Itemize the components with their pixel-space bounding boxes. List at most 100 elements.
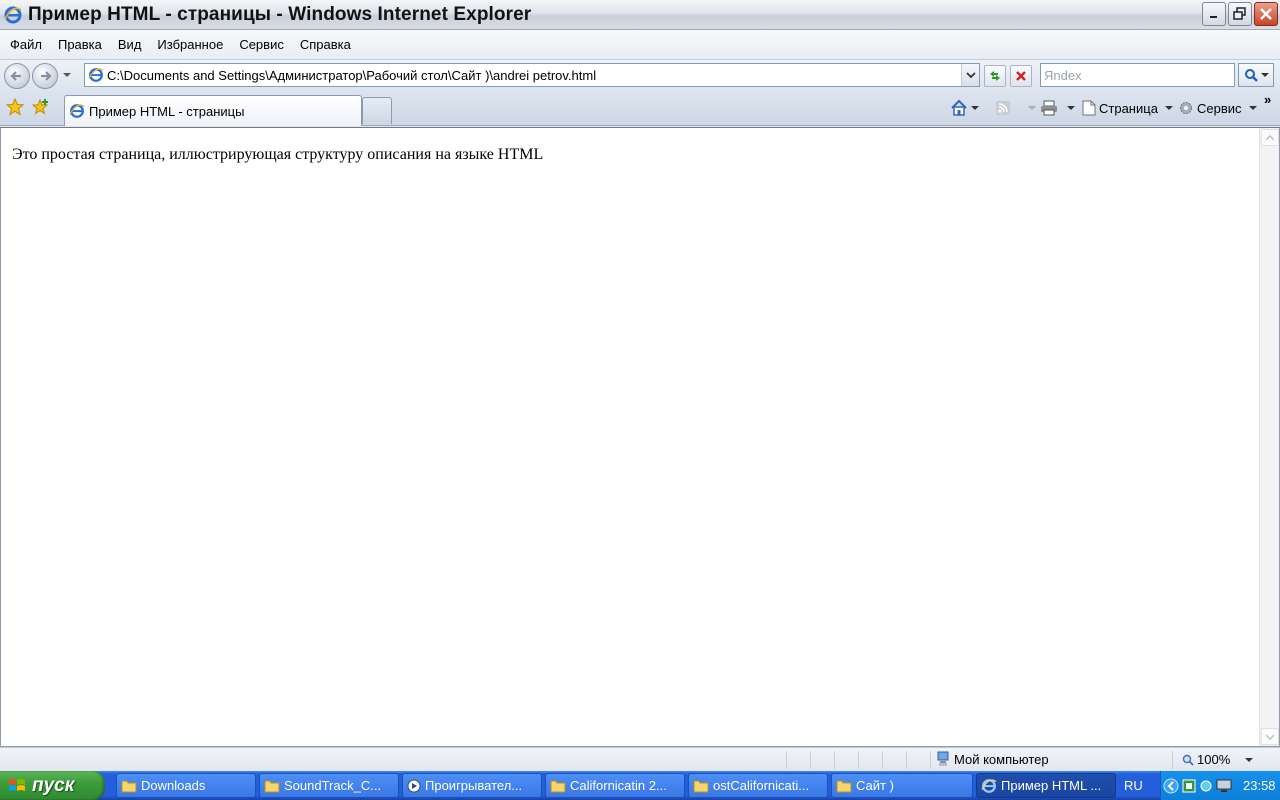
chevron-down-icon [1028, 106, 1036, 110]
chevron-down-icon [1248, 106, 1257, 110]
minimize-icon [1210, 16, 1217, 18]
add-to-favorites-icon[interactable] [32, 98, 50, 116]
stop-icon [1016, 71, 1026, 81]
menu-view[interactable]: Вид [110, 33, 150, 56]
search-button[interactable] [1238, 63, 1274, 87]
minimize-button[interactable] [1202, 2, 1226, 26]
search-icon [1244, 69, 1258, 82]
page-ie-icon [88, 68, 104, 82]
new-tab-button[interactable] [362, 97, 392, 124]
menu-favorites[interactable]: Избранное [149, 33, 231, 56]
taskbar-item-label: ostCalifornicati... [713, 778, 810, 793]
recent-pages-dropdown[interactable] [62, 71, 72, 79]
status-divider [834, 751, 835, 769]
tab-bar: Пример HTML - страницы Страница Сервис » [0, 92, 1280, 126]
taskbar-item-label: Пример HTML ... [1001, 778, 1102, 793]
network-icon[interactable] [1199, 779, 1213, 793]
taskbar-item-ostcalifornication[interactable]: ostCalifornicati... [688, 773, 828, 798]
monitor-icon[interactable] [1216, 779, 1232, 793]
tray-app-icon[interactable] [1182, 779, 1196, 793]
chevron-down-icon [965, 72, 976, 79]
status-divider [1172, 751, 1173, 769]
taskbar-item-label: Californicatin 2... [570, 778, 667, 793]
tab-active[interactable]: Пример HTML - страницы [64, 95, 362, 126]
menu-tools[interactable]: Сервис [231, 33, 292, 56]
folder-icon [693, 780, 709, 792]
close-icon [1260, 8, 1272, 20]
scroll-down-button[interactable] [1261, 728, 1279, 745]
print-button[interactable] [1040, 97, 1075, 119]
security-zone[interactable]: Мой компьютер [936, 751, 1049, 767]
scroll-up-button[interactable] [1261, 129, 1279, 146]
restore-button[interactable] [1228, 2, 1252, 26]
rss-icon [996, 101, 1010, 115]
home-button[interactable] [950, 97, 979, 119]
ie-icon [981, 778, 997, 793]
more-commands-chevron-icon[interactable]: » [1264, 92, 1271, 107]
printer-icon [1041, 100, 1057, 116]
taskbar-item-soundtrack[interactable]: SoundTrack_C... [259, 773, 399, 798]
page-body-text: Это простая страница, иллюстрирующая стр… [12, 146, 544, 163]
search-input[interactable]: Яndex [1040, 63, 1235, 87]
menu-help[interactable]: Справка [292, 33, 359, 56]
taskbar-item-site[interactable]: Сайт ) [831, 773, 973, 798]
forward-button[interactable] [32, 63, 58, 89]
chevron-down-icon [1260, 73, 1269, 77]
address-bar[interactable]: C:\Documents and Settings\Администратор\… [84, 63, 980, 87]
page-menu-label: Страница [1099, 100, 1158, 116]
status-divider [858, 751, 859, 769]
status-divider [786, 751, 787, 769]
menu-file[interactable]: Файл [2, 33, 50, 56]
taskbar-item-label: Сайт ) [856, 778, 894, 793]
page-content: Это простая страница, иллюстрирующая стр… [0, 127, 1280, 747]
clock[interactable]: 23:58 [1243, 778, 1276, 793]
language-indicator[interactable]: RU [1124, 778, 1143, 793]
stop-button[interactable] [1010, 65, 1032, 87]
taskbar-item-downloads[interactable]: Downloads [116, 773, 256, 798]
status-divider [906, 751, 907, 769]
chevron-down-icon [1067, 106, 1075, 110]
home-icon [951, 99, 967, 116]
status-divider [810, 751, 811, 769]
windows-logo-icon [9, 778, 25, 791]
address-dropdown-button[interactable] [961, 64, 979, 86]
page-icon [1082, 100, 1096, 116]
security-zone-label: Мой компьютер [954, 751, 1049, 767]
tools-menu-label: Сервис [1197, 100, 1242, 116]
tools-menu-button[interactable]: Сервис [1178, 97, 1257, 119]
vertical-scrollbar[interactable] [1259, 128, 1279, 746]
menu-bar: Файл Правка Вид Избранное Сервис Справка [0, 30, 1280, 60]
gear-icon [1180, 102, 1192, 114]
close-window-button[interactable] [1254, 2, 1278, 26]
chevron-down-icon [1266, 733, 1274, 740]
status-divider [882, 751, 883, 769]
start-button[interactable]: пуск [0, 771, 105, 800]
ie-icon [4, 6, 22, 23]
tab-label: Пример HTML - страницы [89, 103, 245, 119]
zoom-control[interactable]: 100% [1182, 752, 1254, 767]
restore-icon [1233, 7, 1246, 20]
back-button[interactable] [4, 63, 30, 89]
favorites-star-icon[interactable] [6, 98, 24, 116]
collapse-tray-icon[interactable] [1163, 778, 1179, 794]
feeds-button[interactable] [995, 97, 1036, 119]
arrow-left-icon [10, 71, 21, 81]
status-bar: Мой компьютер 100% [0, 747, 1280, 771]
taskbar-item-internet-explorer[interactable]: Пример HTML ... [976, 773, 1116, 798]
window-title: Пример HTML - страницы - Windows Interne… [28, 3, 532, 25]
menu-edit[interactable]: Правка [50, 33, 110, 56]
computer-icon [937, 751, 949, 766]
page-menu-button[interactable]: Страница [1082, 97, 1173, 119]
chevron-down-icon [971, 106, 979, 110]
taskbar-item-media-player[interactable]: Проигрывател... [402, 773, 542, 798]
refresh-button[interactable] [984, 65, 1006, 87]
folder-icon [836, 780, 852, 792]
chevron-down-icon [1164, 106, 1173, 110]
start-label: пуск [32, 774, 75, 796]
zoom-icon [1182, 754, 1194, 766]
refresh-icon [990, 71, 1000, 81]
taskbar-item-californicatin[interactable]: Californicatin 2... [545, 773, 685, 798]
folder-icon [550, 780, 566, 792]
page-ie-icon [69, 104, 85, 118]
address-url[interactable]: C:\Documents and Settings\Администратор\… [107, 68, 961, 83]
